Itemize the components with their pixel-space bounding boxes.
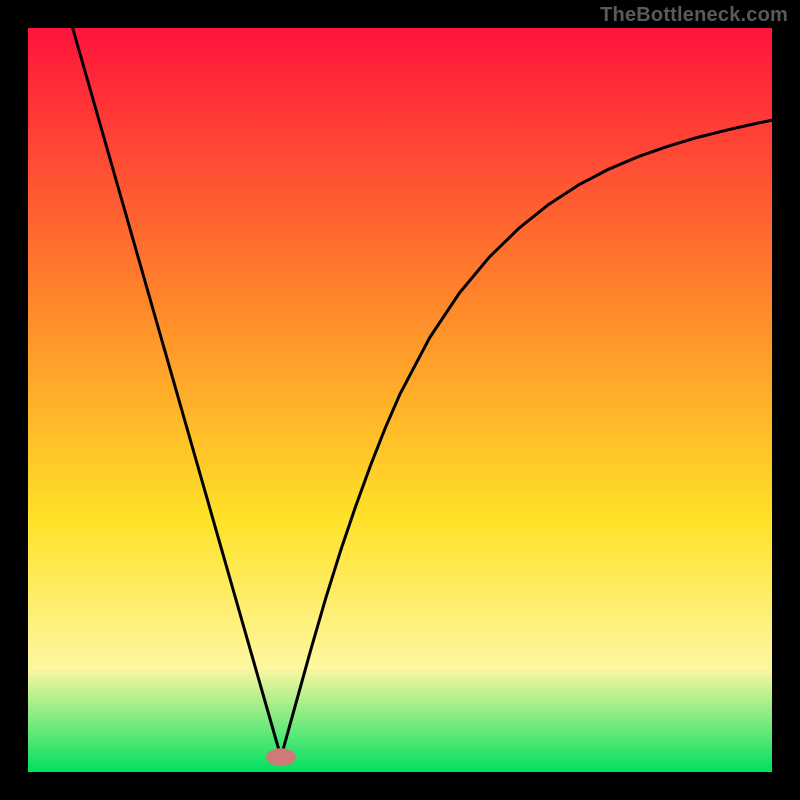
bottleneck-chart	[28, 28, 772, 772]
watermark-text: TheBottleneck.com	[600, 4, 788, 27]
gradient-background	[28, 28, 772, 772]
minimum-marker	[266, 748, 296, 766]
plot-area	[28, 28, 772, 772]
chart-frame: TheBottleneck.com	[0, 0, 800, 800]
